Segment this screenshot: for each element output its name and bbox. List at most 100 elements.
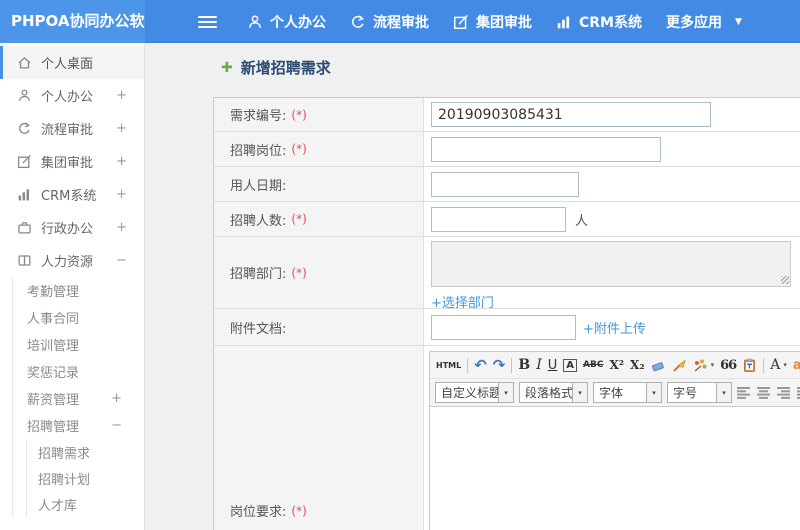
color-palette-icon[interactable]: ▾: [693, 358, 714, 373]
home-icon: [18, 57, 31, 69]
hr-submenu: 考勤管理 人事合同 培训管理 奖惩记录 薪资管理 + 招聘管理 − 招聘需求 招…: [12, 277, 144, 517]
caret-down-icon[interactable]: ▼: [735, 17, 742, 27]
sidebar-item-rewards[interactable]: 奖惩记录: [13, 358, 144, 385]
font-color-button[interactable]: A ▾: [770, 357, 787, 373]
italic-button[interactable]: I: [536, 357, 542, 373]
sidebar-item-attendance[interactable]: 考勤管理: [13, 277, 144, 304]
sidebar-item-workflow[interactable]: 流程审批 +: [0, 112, 144, 145]
collapse-icon[interactable]: −: [116, 253, 127, 268]
expand-icon[interactable]: +: [116, 121, 127, 136]
count-input[interactable]: [431, 206, 566, 232]
superscript-button[interactable]: X²: [609, 358, 624, 372]
label-text: 招聘部门:: [230, 267, 287, 282]
sidebar-item-salary[interactable]: 薪资管理 +: [13, 385, 144, 412]
html-source-button[interactable]: HTML: [436, 361, 461, 370]
caret-down-icon: ▾: [716, 383, 731, 402]
nav-crm-system[interactable]: CRM系统: [556, 12, 642, 32]
align-right-icon[interactable]: [777, 386, 792, 399]
font-background-button[interactable]: a: [793, 358, 800, 373]
field-label: 需求编号: (*): [214, 98, 424, 131]
font-size-select[interactable]: 字号 ▾: [667, 382, 732, 403]
sidebar-label: 人力资源: [41, 255, 94, 270]
edit-icon: [453, 14, 468, 29]
collapse-icon[interactable]: −: [111, 418, 122, 433]
recruitment-submenu: 招聘需求 招聘计划 人才库: [26, 439, 144, 517]
align-left-icon[interactable]: [737, 386, 752, 399]
sidebar-item-desktop[interactable]: 个人桌面: [0, 46, 144, 79]
nav-workflow-approval[interactable]: 流程审批: [350, 12, 429, 32]
sidebar-item-recruitment[interactable]: 招聘管理 −: [13, 412, 144, 439]
hamburger-menu-icon[interactable]: [198, 15, 217, 28]
underline-button[interactable]: U: [548, 358, 558, 373]
select-department-link[interactable]: +选择部门: [431, 292, 494, 311]
green-plus-icon: ✚: [221, 59, 233, 76]
expand-icon[interactable]: +: [111, 391, 122, 406]
sidebar-item-group-approval[interactable]: 集团审批 +: [0, 145, 144, 178]
redo-icon[interactable]: ↷: [493, 357, 506, 373]
select-value: 字号: [673, 386, 698, 400]
brush-icon[interactable]: [672, 358, 687, 373]
sidebar-item-human-resources[interactable]: 人力资源 −: [0, 244, 144, 277]
paste-clipboard-icon[interactable]: [742, 358, 757, 373]
bold-button[interactable]: B: [518, 357, 530, 373]
sidebar-label: 招聘管理: [27, 420, 80, 435]
label-text: 招聘岗位:: [230, 143, 287, 159]
expand-icon[interactable]: +: [116, 187, 127, 202]
expand-icon[interactable]: +: [116, 154, 127, 169]
sidebar-item-personal-office[interactable]: 个人办公 +: [0, 79, 144, 112]
bar-chart-icon: [18, 189, 29, 201]
nav-group-approval[interactable]: 集团审批: [453, 12, 532, 32]
sidebar-item-crm[interactable]: CRM系统 +: [0, 178, 144, 211]
department-textarea[interactable]: [431, 240, 791, 287]
top-header: PHPOA协同办公软件 个人办公 流程审批 集团审批 CRM系统 更多应用 ▼: [0, 0, 800, 43]
date-input[interactable]: [431, 171, 579, 197]
sidebar-item-recruit-plan[interactable]: 招聘计划: [27, 465, 144, 491]
label-text: 用人日期:: [230, 178, 287, 194]
field-label: 招聘人数: (*): [214, 202, 424, 236]
sidebar-item-training[interactable]: 培训管理: [13, 331, 144, 358]
sidebar-label: 招聘需求: [38, 446, 91, 462]
sidebar-label: 人才库: [38, 498, 78, 514]
align-center-icon[interactable]: [757, 386, 772, 399]
custom-title-select[interactable]: 自定义标题 ▾: [435, 382, 514, 403]
recruitment-form: 需求编号: (*) 招聘岗位: (*) 用人日期:: [213, 97, 800, 530]
top-nav: 个人办公 流程审批 集团审批 CRM系统 更多应用 ▼: [247, 12, 766, 32]
code-input[interactable]: [431, 102, 711, 127]
sidebar-label: 招聘计划: [38, 472, 91, 488]
nav-personal-office[interactable]: 个人办公: [247, 12, 326, 32]
strikethrough-button[interactable]: ABC: [583, 360, 603, 370]
person-icon: [249, 15, 261, 28]
attachment-input[interactable]: [431, 314, 576, 340]
font-border-button[interactable]: A: [563, 358, 578, 372]
paragraph-format-select[interactable]: 段落格式 ▾: [519, 382, 588, 403]
sidebar-label: 培训管理: [27, 339, 80, 354]
select-value: 段落格式: [525, 386, 574, 400]
toolbar-separator: [467, 357, 469, 373]
undo-icon[interactable]: ↶: [474, 357, 487, 373]
nav-more-apps[interactable]: 更多应用 ▼: [666, 12, 742, 32]
required-mark: (*): [291, 107, 307, 122]
caret-down-icon: ▾: [646, 383, 661, 402]
sidebar-label: 奖惩记录: [27, 366, 80, 381]
eraser-icon[interactable]: [651, 358, 666, 373]
sidebar-item-recruit-demand[interactable]: 招聘需求: [27, 439, 144, 465]
sidebar-item-hr-contract[interactable]: 人事合同: [13, 304, 144, 331]
label-text: 岗位要求:: [230, 505, 287, 520]
expand-icon[interactable]: +: [116, 88, 127, 103]
blockquote-button[interactable]: 66: [720, 358, 737, 373]
sidebar-label: 人事合同: [27, 312, 80, 327]
font-family-select[interactable]: 字体 ▾: [593, 382, 662, 403]
sidebar-label: CRM系统: [41, 189, 97, 204]
position-input[interactable]: [431, 136, 661, 162]
sidebar-label: 考勤管理: [27, 285, 80, 300]
attachment-upload-link[interactable]: +附件上传: [583, 318, 646, 337]
expand-icon[interactable]: +: [116, 220, 127, 235]
label-text: 招聘人数:: [230, 213, 287, 229]
department-textarea-wrap: [431, 240, 791, 287]
form-row-attachment: 附件文档: +附件上传: [214, 309, 800, 346]
form-row-code: 需求编号: (*): [214, 98, 800, 132]
subscript-button[interactable]: X₂: [630, 358, 645, 372]
sidebar-item-administration[interactable]: 行政办公 +: [0, 211, 144, 244]
editor-content-area[interactable]: [430, 406, 800, 530]
sidebar-item-talent-pool[interactable]: 人才库: [27, 491, 144, 517]
